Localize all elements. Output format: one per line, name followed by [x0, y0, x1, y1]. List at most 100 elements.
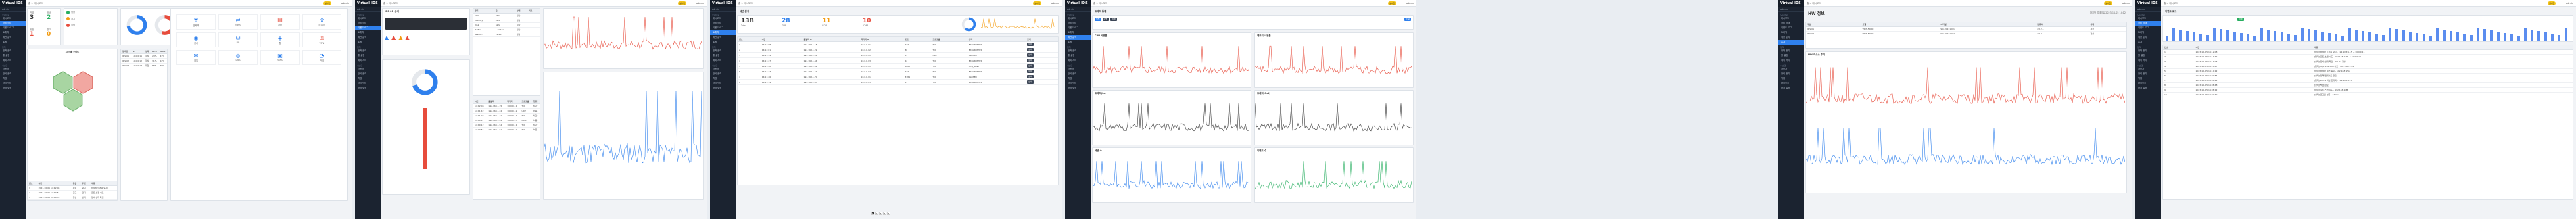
- sidebar-item[interactable]: 트래픽: [0, 30, 26, 35]
- table-row[interactable]: 4 14:11:47 192.168.1.44 10.0.0.13 22 TCP ESTAB…: [738, 57, 1058, 64]
- detail-button[interactable]: 상세: [1027, 43, 1034, 46]
- sidebar-item[interactable]: 세션 분석: [0, 35, 26, 40]
- table-row[interactable]: 6 14:11:33 192.168.1.61 10.0.0.12 443 TCP ESTA…: [738, 68, 1058, 74]
- sidebar-item[interactable]: 정책 관리: [1065, 49, 1091, 53]
- realtime-badge[interactable]: 실시간: [2104, 1, 2113, 5]
- table-row[interactable]: 1 14:12:08 192.168.1.15 10.0.0.11 443 TCP ESTA…: [738, 41, 1058, 47]
- table-row[interactable]: 3 2023-10-05 14:11:03 [상태] 장비 상태 확인 - IDS-…: [2163, 59, 2573, 64]
- table-row[interactable]: 7 2023-10-05 14:09:21 [탐지] DDoS 의심 트래픽 - 1…: [2163, 78, 2573, 83]
- detail-button[interactable]: 상세: [1027, 75, 1034, 78]
- detail-button[interactable]: 상세: [1027, 59, 1034, 62]
- sidebar-item[interactable]: 이벤트 로그: [2135, 26, 2161, 30]
- sidebar-item[interactable]: 룰 설정: [1778, 53, 1804, 58]
- asset-tile[interactable]: ◈ 웹: [260, 32, 300, 47]
- sidebar-item[interactable]: 백업: [1065, 76, 1091, 81]
- sidebar-item[interactable]: 예외 처리: [355, 58, 381, 63]
- table-row[interactable]: Session 12,403 정상 -: [473, 32, 540, 37]
- alert-icon[interactable]: ▲: [385, 34, 389, 41]
- sidebar-item[interactable]: 세션 분석: [1065, 35, 1091, 40]
- asset-tile[interactable]: ⛁ DB: [218, 32, 258, 47]
- sidebar-item[interactable]: 정책 관리: [0, 49, 26, 53]
- sidebar-item[interactable]: 통계: [1778, 40, 1804, 45]
- sidebar-item[interactable]: 백업: [710, 76, 736, 81]
- sidebar-item[interactable]: 라이선스: [2135, 81, 2161, 86]
- sidebar-item[interactable]: 트래픽: [355, 30, 381, 35]
- asset-tile[interactable]: ◉ 센서: [176, 32, 216, 47]
- sidebar-item[interactable]: 사용자: [2135, 67, 2161, 72]
- user-name[interactable]: admin: [341, 2, 349, 5]
- table-row[interactable]: IDS-02 10.0.0.12 정상 31% 52%: [121, 58, 167, 64]
- sidebar-item[interactable]: 통계: [1065, 40, 1091, 45]
- sidebar-item[interactable]: 환경 설정: [355, 86, 381, 91]
- sidebar-item[interactable]: 사용자: [355, 67, 381, 72]
- detail-button[interactable]: 상세: [1027, 48, 1034, 51]
- sidebar-item[interactable]: 백업: [0, 76, 26, 81]
- table-row[interactable]: 3 2023-10-05 14:08:33 정상 상태 장비 상태 확인: [28, 195, 117, 200]
- sidebar-item[interactable]: 라이선스: [1065, 81, 1091, 86]
- sidebar-item[interactable]: 환경 설정: [1065, 86, 1091, 91]
- tab-2[interactable]: 월별: [1110, 18, 1117, 21]
- sidebar-item[interactable]: 라이선스: [0, 81, 26, 86]
- sidebar-item[interactable]: 장비 관리: [1065, 72, 1091, 76]
- sidebar-item[interactable]: 이벤트 로그: [355, 26, 381, 30]
- sidebar-item[interactable]: 세션 분석: [2135, 35, 2161, 40]
- user-name[interactable]: admin: [2566, 2, 2573, 5]
- sidebar-item[interactable]: 대시보드: [0, 16, 26, 21]
- user-name[interactable]: admin: [1051, 2, 1059, 5]
- sidebar-item[interactable]: 정책 관리: [2135, 49, 2161, 53]
- sidebar-item[interactable]: 룰 설정: [355, 53, 381, 58]
- asset-tile[interactable]: ▣ WAS: [260, 50, 300, 65]
- sidebar-item[interactable]: 장비 관리: [355, 72, 381, 76]
- user-name[interactable]: admin: [1406, 2, 1414, 5]
- asset-tile[interactable]: ▤ 서버: [260, 14, 300, 30]
- sidebar-item[interactable]: 예외 처리: [0, 58, 26, 63]
- asset-tile[interactable]: ✉ 메일: [176, 50, 216, 65]
- sidebar-item[interactable]: 룰 설정: [1065, 53, 1091, 58]
- realtime-badge[interactable]: 실시간: [678, 1, 687, 5]
- sidebar-item[interactable]: 환경 설정: [0, 86, 26, 91]
- table-row[interactable]: 14:10:47 192.168.1.44 10.0.0.13 ICMP 허용: [473, 118, 540, 123]
- sidebar-item[interactable]: 룰 설정: [2135, 53, 2161, 58]
- sidebar-item[interactable]: 장비 상태: [710, 21, 736, 26]
- sidebar-item[interactable]: 예외 처리: [710, 58, 736, 63]
- realtime-badge[interactable]: 실시간: [2548, 1, 2556, 5]
- table-row[interactable]: IDS-01 VIDS-5000 SN-20231001 v3.2.1 정상: [1806, 26, 2126, 32]
- sidebar-item[interactable]: 장비 상태: [1778, 21, 1804, 26]
- sidebar-item[interactable]: 대시보드: [355, 16, 381, 21]
- detail-button[interactable]: 상세: [1027, 53, 1034, 57]
- sidebar-item[interactable]: 세션 분석: [355, 35, 381, 40]
- sidebar-item[interactable]: 라이선스: [1778, 81, 1804, 86]
- sidebar-item[interactable]: 사용자: [1065, 67, 1091, 72]
- table-row[interactable]: Memory 41% 정상 -: [473, 18, 540, 23]
- asset-tile[interactable]: ⛨ 방화벽: [176, 14, 216, 30]
- sidebar-item[interactable]: 룰 설정: [0, 53, 26, 58]
- sidebar-item[interactable]: 예외 처리: [1778, 58, 1804, 63]
- table-row[interactable]: 14:12:08 192.168.1.15 10.0.0.11 TCP 차단: [473, 103, 540, 109]
- table-row[interactable]: 9 2023-10-05 14:08:12 [탐지] 포트 스캔 시도 - 192.…: [2163, 87, 2573, 93]
- sidebar-item[interactable]: 장비 상태: [0, 21, 26, 26]
- tab-0[interactable]: 일별: [1095, 18, 1101, 21]
- table-row[interactable]: 2 2023-10-05 14:10:51 경고 탐지 포트 스캔 시도: [28, 190, 117, 195]
- search-button[interactable]: 검색: [2237, 18, 2244, 21]
- realtime-badge[interactable]: 실시간: [323, 1, 332, 5]
- sidebar-item[interactable]: 환경 설정: [2135, 86, 2161, 91]
- alert-icon[interactable]: ▲: [405, 34, 409, 41]
- search-button[interactable]: 조회: [1404, 18, 1411, 21]
- table-row[interactable]: 14:11:03 192.168.1.31 10.0.0.11 TCP 차단: [473, 113, 540, 118]
- sidebar-item[interactable]: 통계: [2135, 40, 2161, 45]
- sidebar-item[interactable]: 이벤트 로그: [0, 26, 26, 30]
- alert-icon[interactable]: ▲: [391, 34, 396, 41]
- sidebar-item[interactable]: 트래픽: [710, 30, 736, 35]
- table-row[interactable]: Disk 62% 정상 -: [473, 22, 540, 28]
- sidebar-item[interactable]: 장비 상태: [1065, 21, 1091, 26]
- table-row[interactable]: 14:09:55 192.168.1.61 10.0.0.12 TCP 허용: [473, 127, 540, 132]
- sidebar-item[interactable]: 이벤트 로그: [1065, 26, 1091, 30]
- asset-tile[interactable]: ⇄ 스위치: [218, 14, 258, 30]
- table-row[interactable]: CPU 23% 정상 -: [473, 13, 540, 18]
- table-row[interactable]: IDS-02 VIDS-5000 SN-20231002 v3.2.1 정상: [1806, 31, 2126, 36]
- sidebar-item[interactable]: 백업: [1778, 76, 1804, 81]
- sidebar-item[interactable]: 백업: [355, 76, 381, 81]
- sidebar-item[interactable]: 이벤트 로그: [1778, 26, 1804, 30]
- sidebar-item[interactable]: 환경 설정: [1778, 86, 1804, 91]
- sidebar-item[interactable]: 사용자: [710, 67, 736, 72]
